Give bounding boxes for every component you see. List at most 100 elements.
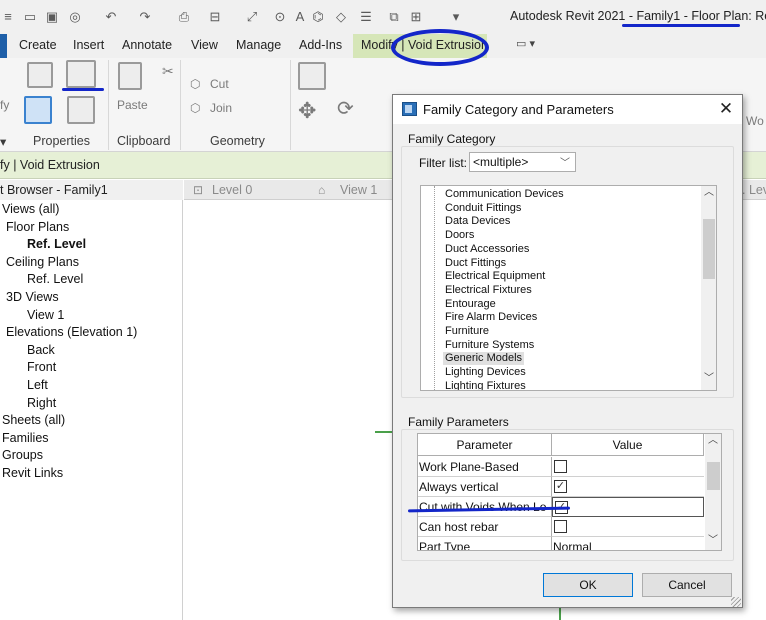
category-item[interactable]: Data Devices: [443, 215, 512, 228]
category-item[interactable]: Fire Alarm Devices: [443, 311, 539, 324]
tree-item[interactable]: Views (all): [2, 202, 59, 216]
checkbox-unchecked[interactable]: [554, 460, 567, 473]
save-icon[interactable]: ▣: [44, 9, 60, 25]
tree-item[interactable]: Left: [27, 378, 48, 392]
category-item[interactable]: Lighting Fixtures: [443, 380, 528, 390]
checkbox-unchecked[interactable]: [554, 520, 567, 533]
family-types-icon[interactable]: [27, 62, 53, 88]
chevron-down-icon[interactable]: ﹀: [560, 154, 570, 169]
cut-label[interactable]: Cut: [210, 77, 229, 91]
category-item[interactable]: Communication Devices: [443, 188, 566, 201]
close-icon[interactable]: ✕: [715, 98, 737, 120]
sync-icon[interactable]: ◎: [67, 9, 83, 25]
dialog-title: Family Category and Parameters: [423, 102, 614, 117]
switch-windows-icon[interactable]: ⊞: [408, 9, 424, 25]
rotate-icon[interactable]: ⟳: [337, 96, 354, 121]
tree-item[interactable]: Ref. Level: [27, 237, 86, 251]
thin-lines-icon[interactable]: ☰: [358, 9, 374, 25]
category-item[interactable]: Furniture Systems: [443, 339, 536, 352]
undo-icon[interactable]: ↶: [103, 9, 119, 25]
view-tab-level-0[interactable]: Level 0: [212, 183, 252, 197]
tree-item[interactable]: Back: [27, 343, 55, 357]
join-geometry-icon[interactable]: ⬡: [190, 101, 200, 115]
tree-item[interactable]: Sheets (all): [2, 413, 65, 427]
properties-dropdown-icon[interactable]: ▾: [0, 134, 6, 149]
tab-create[interactable]: Create: [19, 38, 57, 52]
app-menu-icon[interactable]: ≡: [0, 9, 16, 25]
move-icon[interactable]: ✥: [298, 98, 316, 124]
3d-view-icon[interactable]: ⌬: [310, 9, 326, 25]
tab-annotate[interactable]: Annotate: [122, 38, 172, 52]
properties-icon[interactable]: [24, 96, 52, 124]
title-bar: ≡ ▭ ▣ ◎ ↶ ↷ ⎙ ⊟ ⤢ ⊙ A ⌬ ◇ ☰ ⧉ ⊞ ▾ Autode…: [0, 0, 766, 34]
tree-item[interactable]: Groups: [2, 448, 43, 462]
ribbon-minimize-icon[interactable]: ▭ ▾: [516, 37, 535, 50]
clipboard-icon[interactable]: [118, 62, 142, 90]
resize-grip-icon[interactable]: [731, 597, 741, 607]
paste-label[interactable]: Paste: [117, 98, 148, 112]
type-properties-icon[interactable]: [67, 96, 95, 124]
tab-manage[interactable]: Manage: [236, 38, 281, 52]
scroll-down-icon[interactable]: ﹀: [705, 534, 721, 548]
tree-item[interactable]: Right: [27, 396, 56, 410]
family-category-icon[interactable]: [66, 60, 96, 88]
cut-geometry-icon[interactable]: ⬡: [190, 77, 200, 91]
checkbox-checked[interactable]: ✓: [554, 480, 567, 493]
category-item[interactable]: Furniture: [443, 325, 491, 338]
align-icon[interactable]: [298, 62, 326, 90]
category-item[interactable]: Lighting Devices: [443, 366, 528, 379]
category-item[interactable]: Electrical Equipment: [443, 270, 547, 283]
redo-icon[interactable]: ↷: [137, 9, 153, 25]
open-icon[interactable]: ▭: [22, 9, 38, 25]
category-item[interactable]: Duct Fittings: [443, 257, 508, 270]
category-item[interactable]: Duct Accessories: [443, 243, 531, 256]
scissors-icon[interactable]: ✂: [162, 63, 174, 80]
tree-item[interactable]: Elevations (Elevation 1): [6, 325, 137, 339]
tree-item[interactable]: Floor Plans: [6, 220, 69, 234]
parameter-column-header[interactable]: Parameter: [418, 434, 552, 456]
ok-button[interactable]: OK: [543, 573, 633, 597]
tree-item[interactable]: Revit Links: [2, 466, 63, 480]
tree-item[interactable]: Front: [27, 360, 56, 374]
tree-item[interactable]: Families: [2, 431, 49, 445]
scroll-down-icon[interactable]: ﹀: [701, 372, 716, 386]
panel-separator: [108, 60, 109, 150]
modify-tool-label[interactable]: fy: [0, 98, 9, 112]
category-item[interactable]: Generic Models: [443, 352, 525, 366]
scroll-up-icon[interactable]: ︿: [701, 186, 716, 200]
parameter-value[interactable]: Normal: [552, 537, 704, 550]
print-icon[interactable]: ⎙: [176, 9, 192, 25]
value-column-header[interactable]: Value: [552, 434, 704, 456]
tab-insert[interactable]: Insert: [73, 38, 104, 52]
section-icon[interactable]: ◇: [333, 9, 349, 25]
tree-item[interactable]: 3D Views: [6, 290, 59, 304]
scroll-up-icon[interactable]: ︿: [705, 434, 721, 448]
category-list-scrollbar[interactable]: [701, 186, 716, 390]
join-label[interactable]: Join: [210, 101, 232, 115]
cancel-button[interactable]: Cancel: [642, 573, 732, 597]
category-item[interactable]: Electrical Fixtures: [443, 284, 534, 297]
category-list-scroll-thumb[interactable]: [703, 219, 715, 279]
parameters-scroll-thumb[interactable]: [707, 462, 720, 490]
file-tab[interactable]: [0, 34, 7, 58]
category-item[interactable]: Doors: [443, 229, 476, 242]
text-icon[interactable]: A: [292, 9, 308, 25]
measure-icon[interactable]: ⊟: [207, 9, 223, 25]
dimension-icon[interactable]: ⤢: [244, 9, 260, 25]
tree-item[interactable]: View 1: [27, 308, 64, 322]
view-tab-view-1[interactable]: View 1: [340, 183, 377, 197]
work-plane-label[interactable]: Wo: [746, 114, 764, 128]
project-browser-title: t Browser - Family1: [0, 183, 108, 197]
customize-qat-icon[interactable]: ▾: [448, 9, 464, 25]
tab-add-ins[interactable]: Add-Ins: [299, 38, 342, 52]
view-tab-ref-level[interactable]: . Lev: [742, 183, 766, 197]
close-hidden-icon[interactable]: ⧉: [386, 9, 402, 25]
category-item[interactable]: Entourage: [443, 298, 498, 311]
category-list[interactable]: Communication Devices Conduit Fittings Dat…: [420, 185, 717, 391]
tree-item[interactable]: Ceiling Plans: [6, 255, 79, 269]
category-item[interactable]: Conduit Fittings: [443, 202, 523, 215]
parameters-scrollbar[interactable]: [705, 434, 721, 550]
tab-view[interactable]: View: [191, 38, 218, 52]
tree-item[interactable]: Ref. Level: [27, 272, 83, 286]
tag-icon[interactable]: ⊙: [272, 9, 288, 25]
